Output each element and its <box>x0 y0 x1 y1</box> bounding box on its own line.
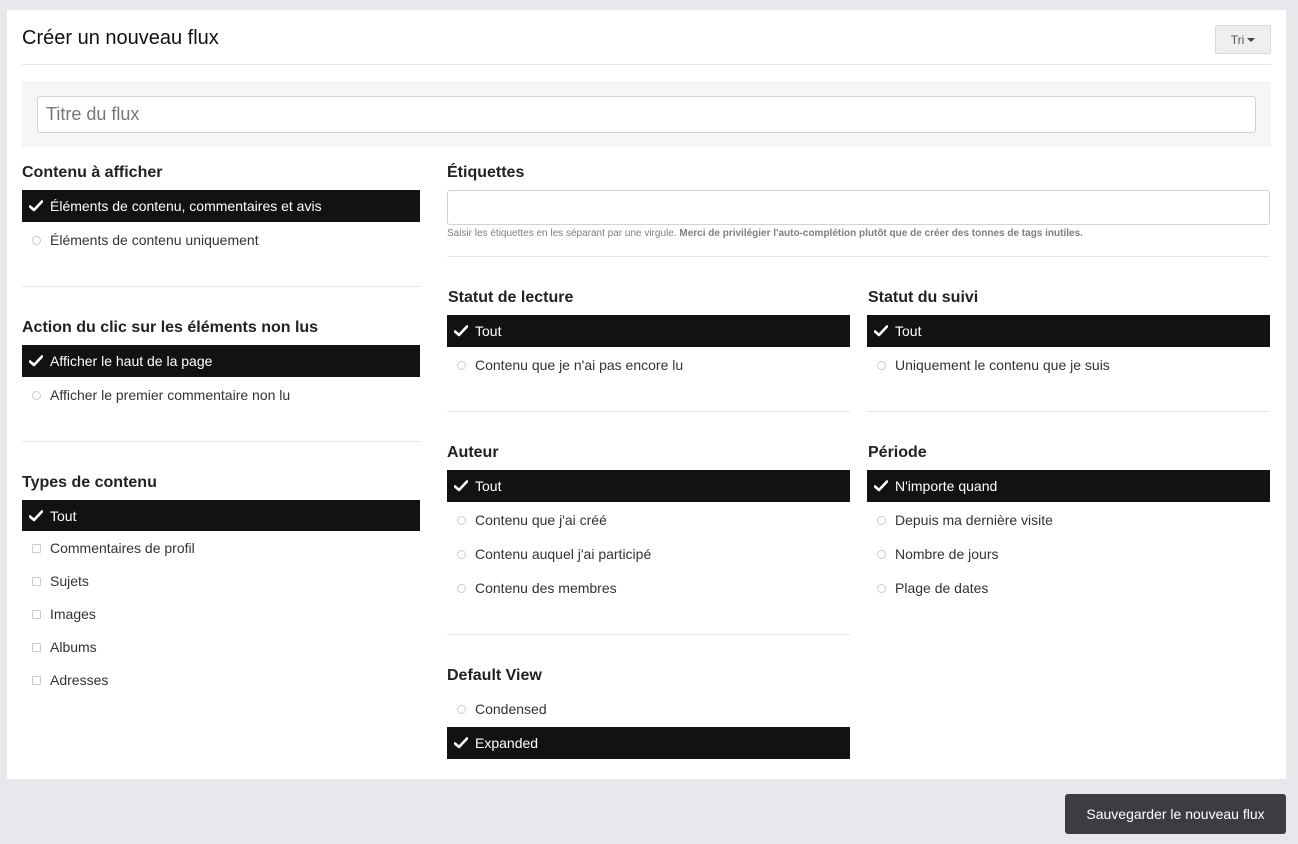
default-view-option[interactable]: Condensed <box>447 693 850 725</box>
checkbox-icon <box>31 543 41 553</box>
content-type-option[interactable]: Sujets <box>22 565 420 597</box>
option-label: Commentaires de profil <box>50 540 195 556</box>
radio-icon <box>876 549 886 559</box>
option-label: Expanded <box>475 735 539 751</box>
option-label: Éléments de contenu uniquement <box>50 232 259 248</box>
option-label: Tout <box>895 323 922 339</box>
content-type-option[interactable]: Albums <box>22 631 420 663</box>
option-label: Nombre de jours <box>895 546 999 562</box>
option-label: Afficher le haut de la page <box>50 353 213 369</box>
option-label: Plage de dates <box>895 580 989 596</box>
radio-icon <box>31 390 41 400</box>
title-section <box>22 81 1271 147</box>
option-label: Adresses <box>50 672 109 688</box>
option-label: Contenu que j'ai créé <box>475 512 607 528</box>
check-icon <box>454 480 468 492</box>
radio-icon <box>456 583 466 593</box>
follow-status-option[interactable]: Uniquement le contenu que je suis <box>867 349 1270 381</box>
feed-title-input[interactable] <box>37 96 1256 133</box>
check-icon <box>874 480 888 492</box>
click-action-option[interactable]: Afficher le haut de la page <box>22 345 420 377</box>
page-title: Créer un nouveau flux <box>22 27 219 49</box>
period-option[interactable]: Nombre de jours <box>867 538 1270 570</box>
checkbox-icon <box>31 675 41 685</box>
divider <box>447 634 850 635</box>
divider <box>447 411 850 412</box>
click-action-option[interactable]: Afficher le premier commentaire non lu <box>22 379 420 411</box>
option-label: Sujets <box>50 573 89 589</box>
period-option[interactable]: Depuis ma dernière visite <box>867 504 1270 536</box>
checkbox-icon <box>31 642 41 652</box>
tags-hint: Saisir les étiquettes en les séparant pa… <box>447 228 1083 239</box>
read-status-option[interactable]: Contenu que je n'ai pas encore lu <box>447 349 850 381</box>
option-label: N'importe quand <box>895 478 998 494</box>
radio-icon <box>456 360 466 370</box>
radio-icon <box>456 549 466 559</box>
option-label: Tout <box>475 323 502 339</box>
author-option[interactable]: Contenu que j'ai créé <box>447 504 850 536</box>
author-title: Auteur <box>447 444 499 461</box>
check-icon <box>29 510 43 522</box>
content-type-option[interactable]: Tout <box>22 500 420 531</box>
check-icon <box>29 200 43 212</box>
default-view-title: Default View <box>447 667 542 684</box>
caret-down-icon <box>1247 37 1256 42</box>
content-types-title: Types de contenu <box>22 474 157 491</box>
sort-label: Tri <box>1230 32 1245 47</box>
read-status-title: Statut de lecture <box>448 289 574 306</box>
option-label: Éléments de contenu, commentaires et avi… <box>50 198 322 214</box>
radio-icon <box>456 704 466 714</box>
divider <box>867 411 1270 412</box>
option-label: Albums <box>50 639 97 655</box>
option-label: Depuis ma dernière visite <box>895 512 1053 528</box>
option-label: Condensed <box>475 701 547 717</box>
sort-button[interactable]: Tri <box>1215 25 1271 54</box>
radio-icon <box>876 515 886 525</box>
period-title: Période <box>868 444 927 461</box>
save-feed-button[interactable]: Sauvegarder le nouveau flux <box>1065 794 1286 834</box>
option-label: Tout <box>475 478 502 494</box>
content-display-option[interactable]: Éléments de contenu, commentaires et avi… <box>22 190 420 222</box>
checkbox-icon <box>31 576 41 586</box>
author-option[interactable]: Contenu auquel j'ai participé <box>447 538 850 570</box>
radio-icon <box>876 583 886 593</box>
radio-icon <box>31 235 41 245</box>
option-label: Contenu que je n'ai pas encore lu <box>475 357 684 373</box>
divider <box>22 441 420 442</box>
period-option[interactable]: Plage de dates <box>867 572 1270 604</box>
option-label: Uniquement le contenu que je suis <box>895 357 1110 373</box>
read-status-option[interactable]: Tout <box>447 315 850 347</box>
divider <box>22 286 420 287</box>
option-label: Afficher le premier commentaire non lu <box>50 387 291 403</box>
content-type-option[interactable]: Adresses <box>22 664 420 696</box>
option-label: Contenu des membres <box>475 580 617 596</box>
default-view-option[interactable]: Expanded <box>447 727 850 759</box>
radio-icon <box>456 515 466 525</box>
check-icon <box>29 355 43 367</box>
tags-hint-bold: Merci de privilégier l'auto-complétion p… <box>679 228 1083 239</box>
content-type-option[interactable]: Commentaires de profil <box>22 532 420 564</box>
option-label: Images <box>50 606 96 622</box>
content-type-option[interactable]: Images <box>22 598 420 630</box>
checkbox-icon <box>31 609 41 619</box>
divider <box>447 256 1270 257</box>
tags-hint-text: Saisir les étiquettes en les séparant pa… <box>447 228 677 239</box>
content-display-option[interactable]: Éléments de contenu uniquement <box>22 224 420 256</box>
check-icon <box>454 737 468 749</box>
option-label: Tout <box>50 507 77 524</box>
check-icon <box>454 325 468 337</box>
tags-input[interactable] <box>447 190 1270 225</box>
follow-status-title: Statut du suivi <box>868 289 979 306</box>
click-action-title: Action du clic sur les éléments non lus <box>22 319 319 336</box>
content-display-title: Contenu à afficher <box>22 164 163 181</box>
check-icon <box>874 325 888 337</box>
author-option[interactable]: Tout <box>447 470 850 502</box>
follow-status-option[interactable]: Tout <box>867 315 1270 347</box>
author-option[interactable]: Contenu des membres <box>447 572 850 604</box>
tags-title: Étiquettes <box>447 164 525 181</box>
period-option[interactable]: N'importe quand <box>867 470 1270 502</box>
option-label: Contenu auquel j'ai participé <box>475 546 652 562</box>
divider <box>22 64 1271 65</box>
radio-icon <box>876 360 886 370</box>
